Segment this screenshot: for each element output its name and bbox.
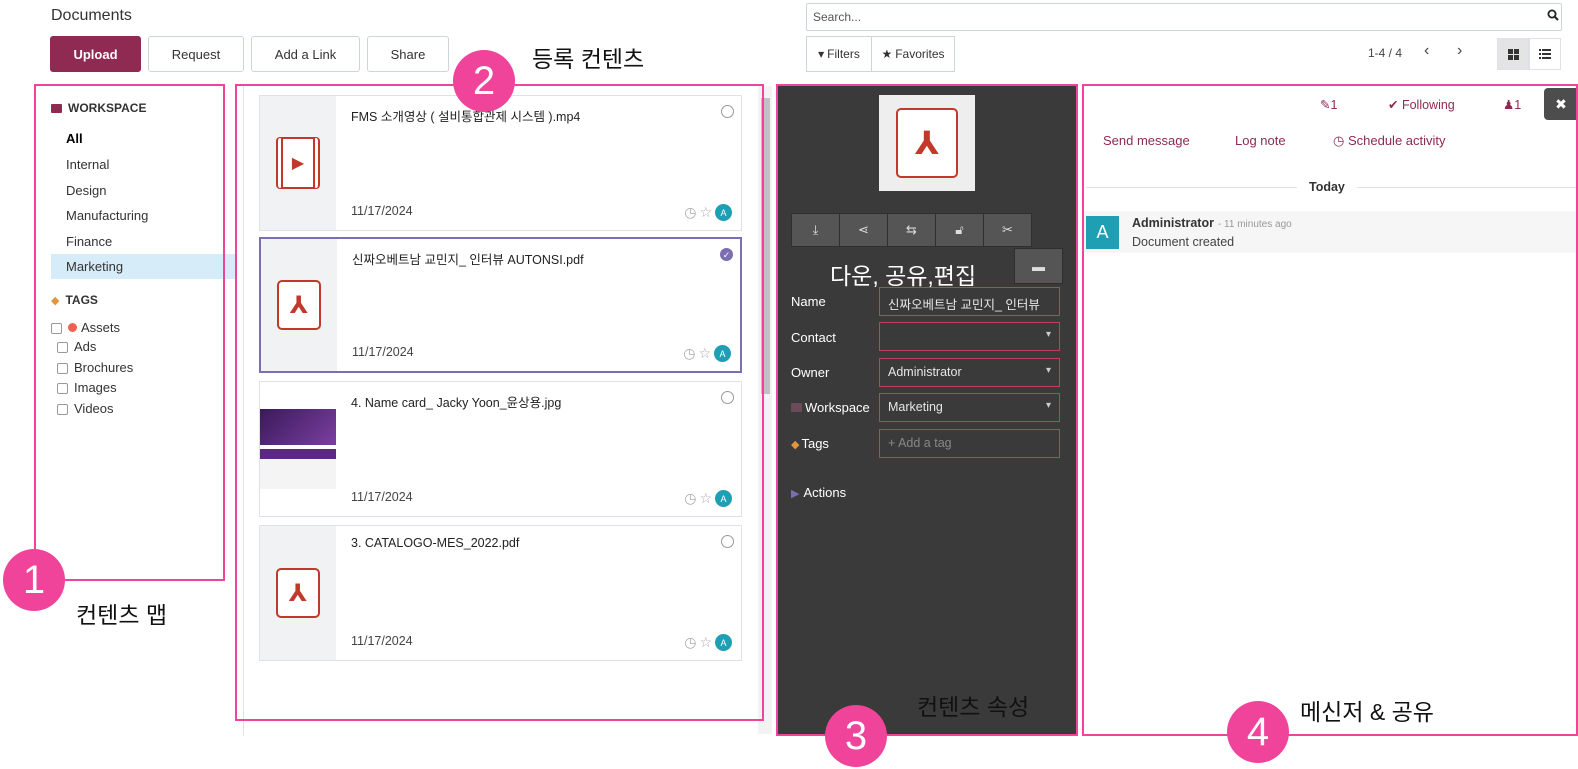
share-button[interactable]: Share <box>367 36 449 72</box>
annotation-label-1: 컨텐츠 맵 <box>76 602 168 628</box>
annotation-tools-label: 다운, 공유,편집 <box>830 263 977 289</box>
annotation-badge-1: 1 <box>3 549 65 611</box>
annotation-box-2 <box>235 84 764 721</box>
kanban-view-button[interactable] <box>1497 38 1529 70</box>
search-input[interactable]: Search... <box>806 3 1562 31</box>
favorites-button[interactable]: ★ Favorites <box>871 36 955 72</box>
annotation-box-1 <box>34 84 225 581</box>
annotation-box-3 <box>776 84 1078 736</box>
annotation-badge-3: 3 <box>825 705 887 767</box>
page-title: Documents <box>51 7 132 24</box>
list-icon <box>1539 49 1551 59</box>
search-icon[interactable] <box>1547 9 1559 24</box>
annotation-label-4: 메신저 & 공유 <box>1300 699 1434 725</box>
grid-icon <box>1507 48 1519 60</box>
filter-icon: ▾ <box>818 47 825 61</box>
list-view-button[interactable] <box>1529 38 1561 70</box>
star-icon: ★ <box>881 47 893 61</box>
filters-label: Filters <box>827 47 860 61</box>
add-link-button[interactable]: Add a Link <box>251 36 360 72</box>
upload-button[interactable]: Upload <box>50 36 141 72</box>
annotation-label-3: 컨텐츠 속성 <box>917 694 1030 720</box>
favorites-label: Favorites <box>895 47 945 61</box>
chevron-right-icon[interactable]: › <box>1457 42 1462 60</box>
filters-button[interactable]: ▾ Filters <box>806 36 872 72</box>
chevron-left-icon[interactable]: ‹ <box>1424 42 1429 60</box>
annotation-label-2: 등록 컨텐츠 <box>532 46 645 72</box>
annotation-badge-4: 4 <box>1227 701 1289 763</box>
request-button[interactable]: Request <box>148 36 244 72</box>
annotation-badge-2: 2 <box>453 50 515 112</box>
pager-value[interactable]: 1-4 / 4 <box>1368 46 1402 60</box>
annotation-box-4 <box>1082 84 1578 736</box>
